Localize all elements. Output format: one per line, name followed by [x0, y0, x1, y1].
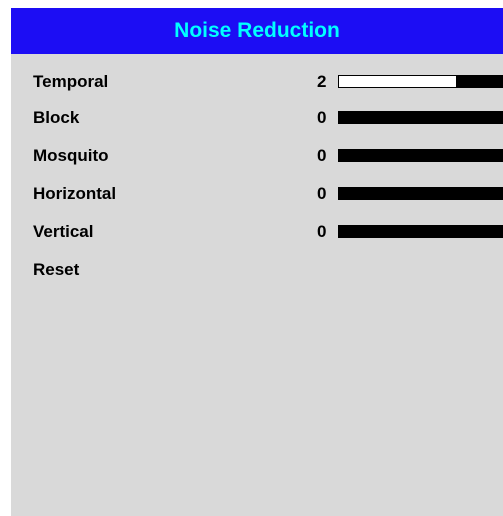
menu-item-block[interactable]: Block 0 [11, 106, 503, 130]
menu-item-label: Temporal [33, 72, 109, 91]
menu-item-value: 2 [317, 72, 327, 91]
menu-item-value: 0 [317, 222, 327, 241]
menu-item-temporal[interactable]: Temporal 2 [11, 70, 503, 94]
reset-label: Reset [33, 260, 80, 279]
menu-item-value: 0 [317, 108, 327, 127]
menu-title: Noise Reduction [174, 19, 340, 42]
menu-item-value: 0 [317, 146, 327, 165]
menu-item-label: Mosquito [33, 146, 109, 165]
vertical-slider[interactable] [338, 225, 503, 238]
temporal-slider[interactable] [338, 75, 503, 88]
menu-item-horizontal[interactable]: Horizontal 0 [11, 182, 503, 206]
noise-reduction-menu: Noise Reduction Temporal 2 Block 0 Mosqu… [11, 8, 503, 516]
menu-item-label: Horizontal [33, 184, 117, 203]
slider-track [338, 75, 457, 88]
mosquito-slider[interactable] [338, 149, 503, 162]
block-slider[interactable] [338, 111, 503, 124]
menu-item-mosquito[interactable]: Mosquito 0 [11, 144, 503, 168]
horizontal-slider[interactable] [338, 187, 503, 200]
menu-item-label: Block [33, 108, 80, 127]
menu-title-bar: Noise Reduction [11, 8, 503, 54]
menu-item-value: 0 [317, 184, 327, 203]
menu-item-vertical[interactable]: Vertical 0 [11, 220, 503, 244]
menu-item-label: Vertical [33, 222, 94, 241]
menu-item-reset[interactable]: Reset [11, 258, 503, 282]
